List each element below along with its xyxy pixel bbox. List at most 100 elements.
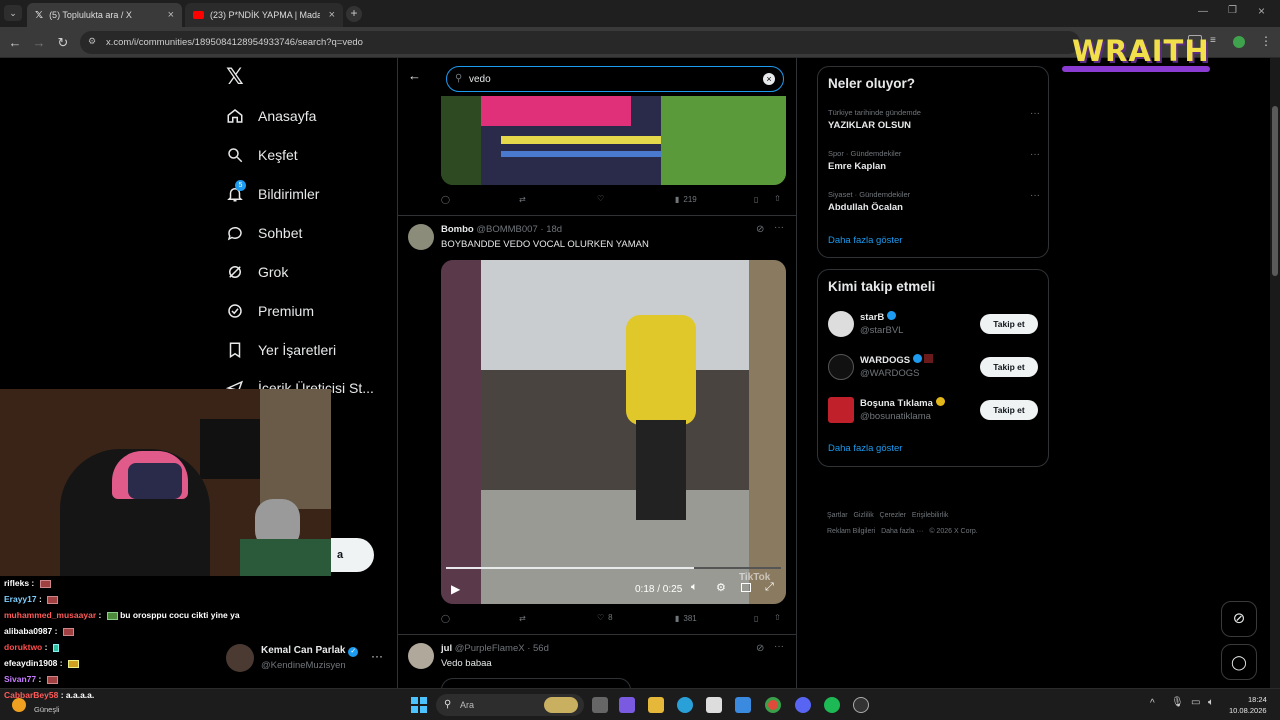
retweet-icon[interactable]: ⇄ xyxy=(519,614,526,623)
minimize-icon[interactable]: — xyxy=(1198,6,1208,17)
page-scrollbar[interactable] xyxy=(1270,58,1280,688)
footer-link[interactable]: Erişilebilirlik xyxy=(912,512,949,519)
tweet-media[interactable] xyxy=(441,678,631,688)
share-icon[interactable]: ⇧ xyxy=(774,194,781,203)
bookmark-icon[interactable]: ▯ xyxy=(754,195,758,204)
tab-x-search[interactable]: 𝕏 (5) Toplulukta ara / X × xyxy=(27,3,182,27)
like-icon[interactable]: ♡ xyxy=(597,194,604,203)
microphone-icon[interactable]: 🎙︎ xyxy=(1171,697,1184,708)
avatar[interactable] xyxy=(408,643,434,669)
avatar[interactable] xyxy=(408,224,434,250)
close-tab-icon[interactable]: × xyxy=(329,9,335,21)
obs-icon[interactable] xyxy=(853,697,869,713)
profile-icon[interactable] xyxy=(1233,36,1245,48)
volume-icon[interactable]: 🔈︎ xyxy=(691,581,698,594)
bookmark-icon[interactable]: ▯ xyxy=(754,614,758,623)
nav-home[interactable]: Anasayfa xyxy=(226,101,316,131)
like-count[interactable]: ♡ 8 xyxy=(597,613,613,622)
grok-floating-button[interactable]: ⊘ xyxy=(1221,601,1257,637)
tweet-video[interactable]: ▶ 0:18 / 0:25 🔈︎ ⚙ ⤢ TikTok xyxy=(441,260,786,604)
maximize-icon[interactable]: ❐ xyxy=(1228,5,1237,16)
views-count[interactable]: ▮ 219 xyxy=(675,195,697,204)
tweet-author-name[interactable]: Bombo xyxy=(441,224,474,235)
url-bar[interactable]: ⚙ x.com/i/communities/189508412895493374… xyxy=(80,31,1080,54)
more-icon[interactable]: ··· xyxy=(1030,149,1040,160)
tab-youtube[interactable]: (23) P*NDİK YAPMA | Madara O... × xyxy=(185,3,343,27)
more-icon[interactable]: ··· xyxy=(1030,190,1040,201)
tray-overflow-icon[interactable]: ^ xyxy=(1150,698,1155,709)
taskbar-search[interactable]: ⚲ Ara xyxy=(436,694,584,716)
nav-premium[interactable]: Premium xyxy=(226,296,314,326)
site-info-icon[interactable]: ⚙ xyxy=(88,36,96,47)
trend-item[interactable]: Spor · Gündemdekiler Emre Kaplan ··· xyxy=(828,149,1040,172)
network-icon[interactable]: ▭ xyxy=(1191,697,1200,708)
follow-button[interactable]: Takip et xyxy=(980,400,1038,420)
footer-link[interactable]: Çerezler xyxy=(880,512,906,519)
footer-link[interactable]: Reklam Bilgileri xyxy=(827,528,875,535)
reload-icon[interactable]: ↻ xyxy=(55,35,71,51)
show-more-trends[interactable]: Daha fazla göster xyxy=(828,235,902,246)
views-count[interactable]: ▮ 381 xyxy=(675,614,697,623)
clear-search-icon[interactable]: × xyxy=(763,73,775,85)
more-icon[interactable]: ··· xyxy=(371,649,383,663)
clock-time[interactable]: 18:24 xyxy=(1248,695,1267,704)
footer-link[interactable]: Şartlar xyxy=(827,512,848,519)
forward-icon[interactable]: → xyxy=(31,35,47,51)
nav-explore[interactable]: Keşfet xyxy=(226,140,298,170)
share-icon[interactable]: ⇧ xyxy=(774,613,781,622)
spotify-icon[interactable] xyxy=(824,697,840,713)
search-input[interactable]: ⚲ vedo × xyxy=(446,66,784,92)
close-tab-icon[interactable]: × xyxy=(168,9,174,21)
tweet-media[interactable] xyxy=(441,96,786,185)
volume-icon[interactable]: 🔈︎ xyxy=(1208,697,1214,708)
new-tab-button[interactable]: + xyxy=(346,6,362,22)
trend-item[interactable]: Siyaset · Gündemdekiler Abdullah Öcalan … xyxy=(828,190,1040,213)
nav-bookmarks[interactable]: Yer İşaretleri xyxy=(226,335,336,365)
reply-icon[interactable]: ◯ xyxy=(441,195,450,204)
nav-notifications[interactable]: 5 Bildirimler xyxy=(226,179,319,209)
picture-in-picture-icon[interactable] xyxy=(741,583,751,592)
tweet-author-name[interactable]: jul xyxy=(441,643,452,654)
task-view-icon[interactable] xyxy=(592,697,608,713)
tweet-time[interactable]: · 18d xyxy=(540,224,562,235)
tab-list-button[interactable]: ⌄ xyxy=(4,5,22,21)
play-icon[interactable]: ▶ xyxy=(451,582,460,596)
reply-icon[interactable]: ◯ xyxy=(441,614,450,623)
discord-icon[interactable] xyxy=(795,697,811,713)
file-explorer-icon[interactable] xyxy=(648,697,664,713)
footer-link[interactable]: Gizlilik xyxy=(853,512,873,519)
more-icon[interactable]: ··· xyxy=(1030,108,1040,119)
clock-date[interactable]: 10.08.2026 xyxy=(1229,706,1267,715)
grok-icon[interactable]: ⊘ xyxy=(756,643,764,654)
back-arrow-icon[interactable]: ← xyxy=(408,68,421,83)
back-icon[interactable]: ← xyxy=(7,35,23,51)
x-logo-icon[interactable]: 𝕏 xyxy=(226,64,244,90)
grok-icon[interactable]: ⊘ xyxy=(756,224,764,235)
tweet-time[interactable]: · 56d xyxy=(527,643,549,654)
video-progress-bar[interactable] xyxy=(446,567,781,569)
chrome-icon[interactable] xyxy=(765,697,781,713)
trend-item[interactable]: Türkiye tarihinde gündemde YAZIKLAR OLSU… xyxy=(828,108,1040,131)
show-more-follow[interactable]: Daha fazla göster xyxy=(828,443,902,454)
store-icon[interactable] xyxy=(706,697,722,713)
footer-link[interactable]: Daha fazla ··· xyxy=(881,528,923,535)
mail-icon[interactable] xyxy=(735,697,751,713)
weather-icon[interactable] xyxy=(12,698,26,712)
retweet-icon[interactable]: ⇄ xyxy=(519,195,526,204)
more-icon[interactable]: ··· xyxy=(774,641,784,652)
messages-floating-button[interactable]: ◯ xyxy=(1221,644,1257,680)
start-button[interactable] xyxy=(411,697,427,713)
copilot-icon[interactable] xyxy=(619,697,635,713)
tweet-author-handle[interactable]: @BOMMB007 xyxy=(476,224,537,235)
nav-messages[interactable]: Sohbet xyxy=(226,218,302,248)
tweet-author-handle[interactable]: @PurpleFlameX xyxy=(455,643,525,654)
settings-icon[interactable]: ⚙ xyxy=(716,581,726,594)
edge-icon[interactable] xyxy=(677,697,693,713)
close-window-icon[interactable]: × xyxy=(1258,4,1265,18)
more-icon[interactable]: ··· xyxy=(774,222,784,233)
scrollbar-thumb[interactable] xyxy=(1272,106,1278,276)
account-switcher[interactable]: Kemal Can Parlak ✓ @KendineMuzisyen ··· xyxy=(226,643,386,675)
weather-text[interactable]: Güneşli xyxy=(34,705,59,714)
follow-button[interactable]: Takip et xyxy=(980,314,1038,334)
follow-button[interactable]: Takip et xyxy=(980,357,1038,377)
